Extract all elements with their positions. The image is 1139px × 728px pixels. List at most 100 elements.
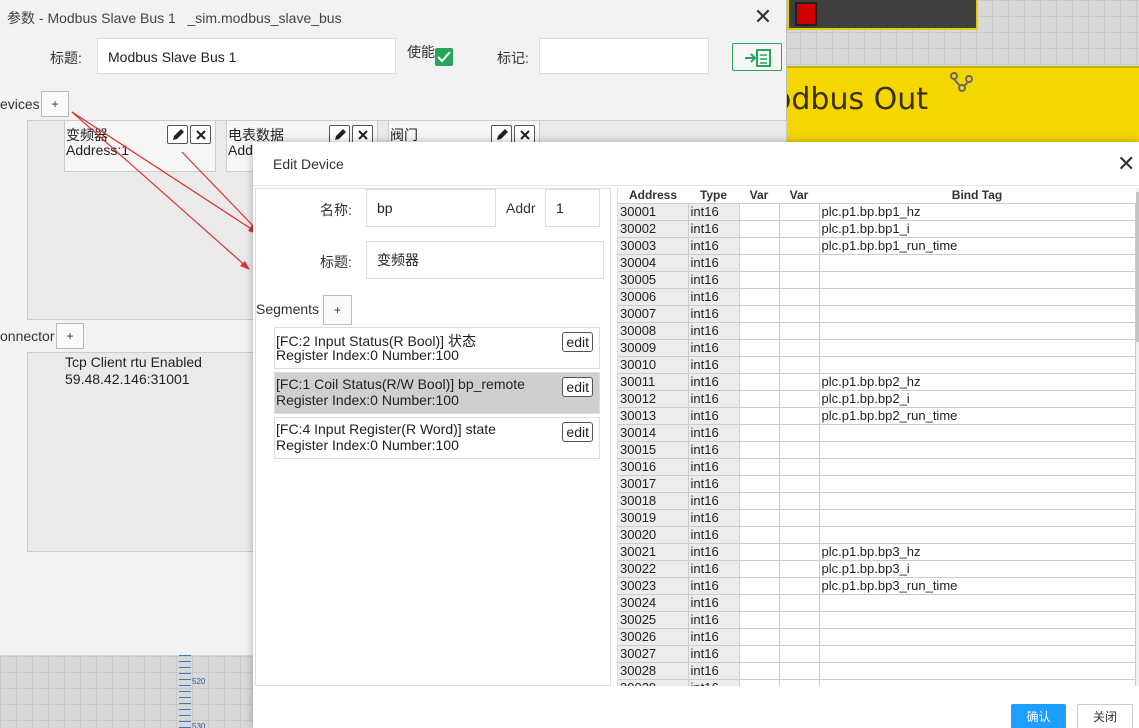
bind-tag[interactable] — [818, 525, 1136, 544]
table-row[interactable]: 30019 int16 — [618, 508, 1136, 527]
register-var[interactable] — [738, 627, 780, 646]
canvas-red-indicator[interactable] — [795, 2, 817, 26]
register-var[interactable] — [778, 457, 820, 476]
table-row[interactable]: 30021 int16 plc.p1.bp.bp3_hz — [618, 542, 1136, 561]
bind-tag[interactable] — [818, 508, 1136, 527]
title-input[interactable]: 变频器 — [366, 241, 604, 279]
register-var[interactable] — [778, 576, 820, 595]
table-row[interactable]: 30023 int16 plc.p1.bp.bp3_run_time — [618, 576, 1136, 595]
bind-tag[interactable]: plc.p1.bp.bp3_i — [818, 559, 1136, 578]
add-segment-button[interactable]: + — [323, 295, 352, 325]
register-var[interactable] — [778, 253, 820, 272]
register-var[interactable] — [738, 389, 780, 408]
column-header[interactable]: Var — [739, 188, 779, 203]
table-row[interactable]: 30007 int16 — [618, 304, 1136, 323]
segment-edit-button[interactable]: edit — [562, 332, 593, 352]
delete-icon[interactable] — [190, 125, 211, 144]
register-var[interactable] — [738, 304, 780, 323]
bind-tag[interactable] — [818, 355, 1136, 374]
register-var[interactable] — [778, 440, 820, 459]
register-var[interactable] — [778, 287, 820, 306]
table-row[interactable]: 30009 int16 — [618, 338, 1136, 357]
table-row[interactable]: 30013 int16 plc.p1.bp.bp2_run_time — [618, 406, 1136, 425]
column-header[interactable]: Bind Tag — [819, 188, 1135, 203]
close-icon[interactable]: ✕ — [752, 4, 774, 30]
add-connector-button[interactable]: + — [56, 323, 84, 349]
segment-item[interactable]: [FC:4 Input Register(R Word)] state Regi… — [274, 417, 600, 459]
bind-tag[interactable] — [818, 474, 1136, 493]
register-var[interactable] — [778, 474, 820, 493]
bind-tag[interactable] — [818, 627, 1136, 646]
register-var[interactable] — [738, 219, 780, 238]
bind-tag[interactable] — [818, 644, 1136, 663]
register-var[interactable] — [778, 678, 820, 686]
bind-tag[interactable] — [818, 321, 1136, 340]
table-row[interactable]: 30005 int16 — [618, 270, 1136, 289]
register-var[interactable] — [778, 304, 820, 323]
bind-tag[interactable] — [818, 304, 1136, 323]
register-var[interactable] — [738, 542, 780, 561]
bind-tag[interactable]: plc.p1.bp.bp3_hz — [818, 542, 1136, 561]
bind-tag[interactable] — [818, 440, 1136, 459]
bind-tag[interactable] — [818, 610, 1136, 629]
column-header[interactable]: Var — [779, 188, 819, 203]
register-var[interactable] — [738, 440, 780, 459]
table-row[interactable]: 30018 int16 — [618, 491, 1136, 510]
register-var[interactable] — [738, 491, 780, 510]
register-var[interactable] — [738, 576, 780, 595]
register-var[interactable] — [738, 406, 780, 425]
register-var[interactable] — [778, 508, 820, 527]
tag-input[interactable] — [539, 38, 709, 74]
bind-tag[interactable] — [818, 270, 1136, 289]
bind-tag[interactable]: plc.p1.bp.bp2_i — [818, 389, 1136, 408]
close-icon[interactable]: ✕ — [1117, 152, 1139, 176]
register-var[interactable] — [778, 610, 820, 629]
register-var[interactable] — [738, 559, 780, 578]
confirm-button[interactable]: 确认 — [1011, 704, 1066, 728]
enable-checkbox[interactable] — [435, 48, 453, 66]
bind-tag[interactable]: plc.p1.bp.bp2_run_time — [818, 406, 1136, 425]
register-var[interactable] — [738, 593, 780, 612]
segment-edit-button[interactable]: edit — [562, 377, 593, 397]
bind-tag[interactable] — [818, 491, 1136, 510]
register-var[interactable] — [738, 321, 780, 340]
register-var[interactable] — [778, 406, 820, 425]
register-var[interactable] — [778, 372, 820, 391]
close-button[interactable]: 关闭 — [1077, 704, 1133, 728]
register-var[interactable] — [738, 253, 780, 272]
register-var[interactable] — [738, 610, 780, 629]
table-row[interactable]: 30026 int16 — [618, 627, 1136, 646]
table-row[interactable]: 30016 int16 — [618, 457, 1136, 476]
bind-tag[interactable] — [818, 678, 1136, 686]
register-var[interactable] — [738, 525, 780, 544]
register-var[interactable] — [738, 508, 780, 527]
table-row[interactable]: 30015 int16 — [618, 440, 1136, 459]
bind-tag[interactable]: plc.p1.bp.bp1_i — [818, 219, 1136, 238]
table-row[interactable]: 30022 int16 plc.p1.bp.bp3_i — [618, 559, 1136, 578]
table-row[interactable]: 30011 int16 plc.p1.bp.bp2_hz — [618, 372, 1136, 391]
register-var[interactable] — [738, 678, 780, 686]
table-row[interactable]: 30017 int16 — [618, 474, 1136, 493]
name-input[interactable]: bp — [366, 189, 496, 227]
table-row[interactable]: 30010 int16 — [618, 355, 1136, 374]
register-var[interactable] — [738, 423, 780, 442]
share-icon[interactable] — [948, 70, 974, 96]
table-row[interactable]: 30028 int16 — [618, 661, 1136, 680]
bind-tag[interactable] — [818, 423, 1136, 442]
table-row[interactable]: 30014 int16 — [618, 423, 1136, 442]
register-var[interactable] — [738, 474, 780, 493]
export-button[interactable] — [732, 43, 782, 71]
segment-edit-button[interactable]: edit — [562, 422, 593, 442]
device-card[interactable]: 变频器 Address:1 — [64, 120, 216, 172]
bind-tag[interactable] — [818, 661, 1136, 680]
table-row[interactable]: 30024 int16 — [618, 593, 1136, 612]
register-var[interactable] — [738, 372, 780, 391]
register-var[interactable] — [738, 287, 780, 306]
bind-tag[interactable] — [818, 253, 1136, 272]
table-row[interactable]: 30029int16 — [618, 678, 1136, 686]
register-var[interactable] — [778, 627, 820, 646]
table-row[interactable]: 30003 int16 plc.p1.bp.bp1_run_time — [618, 236, 1136, 255]
register-var[interactable] — [778, 593, 820, 612]
bind-tag[interactable]: plc.p1.bp.bp1_hz — [818, 202, 1136, 221]
segment-item[interactable]: [FC:2 Input Status(R Bool)] 状态 Register … — [274, 327, 600, 369]
